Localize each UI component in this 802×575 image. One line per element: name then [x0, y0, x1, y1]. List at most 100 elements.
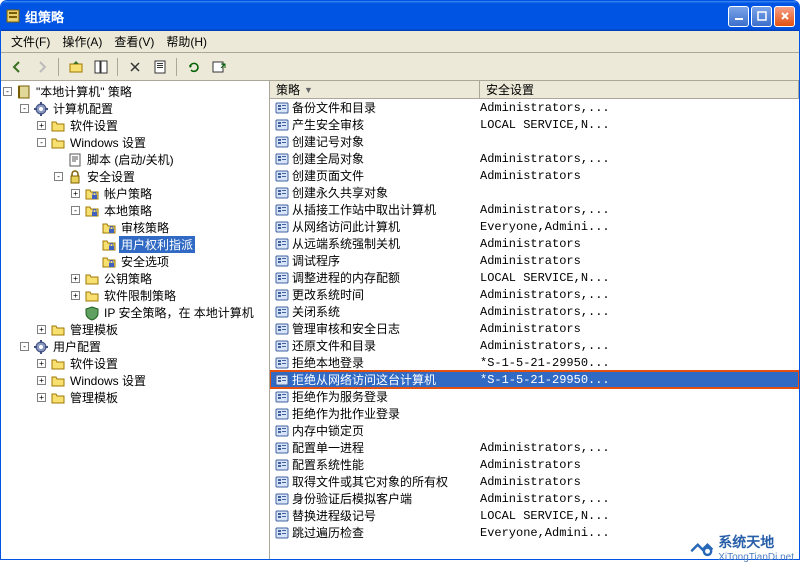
policy-row[interactable]: 关闭系统Administrators,... [270, 303, 799, 320]
policy-row[interactable]: 配置单一进程Administrators,... [270, 439, 799, 456]
policy-name: 从插接工作站中取出计算机 [292, 201, 480, 218]
expand-icon[interactable]: + [37, 376, 46, 385]
column-header-security[interactable]: 安全设置 [480, 81, 799, 98]
watermark: 系统天地 XiTongTianDi.net [688, 532, 794, 563]
maximize-button[interactable] [751, 6, 772, 27]
tree-node[interactable]: -Windows 设置 [3, 134, 267, 151]
expand-icon[interactable]: + [37, 325, 46, 334]
tree-node[interactable]: +软件限制策略 [3, 287, 267, 304]
menu-help[interactable]: 帮助(H) [160, 31, 213, 52]
tree-node[interactable]: IP 安全策略，在 本地计算机 [3, 304, 267, 321]
policy-row[interactable]: 备份文件和目录Administrators,... [270, 99, 799, 116]
tree-label: Windows 设置 [68, 372, 148, 389]
policy-row[interactable]: 还原文件和目录Administrators,... [270, 337, 799, 354]
tree-node[interactable]: 安全选项 [3, 253, 267, 270]
tree-node[interactable]: +管理模板 [3, 321, 267, 338]
policy-row[interactable]: 配置系统性能Administrators [270, 456, 799, 473]
policy-row[interactable]: 创建记号对象 [270, 133, 799, 150]
policy-row[interactable]: 创建永久共享对象 [270, 184, 799, 201]
folder-lock-icon [84, 203, 100, 219]
expand-icon[interactable]: + [71, 291, 80, 300]
folder-icon [50, 373, 66, 389]
policy-icon [274, 508, 290, 524]
menu-file[interactable]: 文件(F) [5, 31, 56, 52]
show-hide-tree-button[interactable] [89, 56, 112, 78]
policy-row[interactable]: 身份验证后模拟客户端Administrators,... [270, 490, 799, 507]
policy-name: 创建页面文件 [292, 167, 480, 184]
delete-button[interactable] [123, 56, 146, 78]
list-body[interactable]: 备份文件和目录Administrators,...产生安全审核LOCAL SER… [270, 99, 799, 559]
up-button[interactable] [64, 56, 87, 78]
tree-label: 计算机配置 [51, 100, 115, 117]
collapse-icon[interactable]: - [71, 206, 80, 215]
policy-row[interactable]: 从插接工作站中取出计算机Administrators,... [270, 201, 799, 218]
tree-node[interactable]: 审核策略 [3, 219, 267, 236]
collapse-icon[interactable]: - [37, 138, 46, 147]
policy-row[interactable]: 从远端系统强制关机Administrators [270, 235, 799, 252]
policy-value: LOCAL SERVICE,N... [480, 118, 799, 132]
toolbar [1, 53, 799, 81]
expand-icon[interactable]: + [37, 359, 46, 368]
column-header-policy[interactable]: 策略 ▼ [270, 81, 480, 98]
tree-node[interactable]: -本地策略 [3, 202, 267, 219]
folder-icon [50, 356, 66, 372]
collapse-icon[interactable]: - [54, 172, 63, 181]
tree-node[interactable]: - 用户配置 [3, 338, 267, 355]
policy-row[interactable]: 拒绝作为服务登录 [270, 388, 799, 405]
policy-row[interactable]: 创建页面文件Administrators [270, 167, 799, 184]
tree-pane[interactable]: -"本地计算机" 策略-计算机配置+软件设置-Windows 设置脚本 (启动/… [1, 81, 270, 559]
tree-node[interactable]: +软件设置 [3, 355, 267, 372]
collapse-icon[interactable]: - [3, 87, 12, 96]
policy-row[interactable]: 创建全局对象Administrators,... [270, 150, 799, 167]
policy-value: Administrators [480, 322, 799, 336]
policy-row[interactable]: 拒绝本地登录*S-1-5-21-29950... [270, 354, 799, 371]
tree-node[interactable]: - 计算机配置 [3, 100, 267, 117]
policy-row[interactable]: 拒绝作为批作业登录 [270, 405, 799, 422]
tree-node[interactable]: +软件设置 [3, 117, 267, 134]
refresh-button[interactable] [182, 56, 205, 78]
tree-node[interactable]: + Windows 设置 [3, 372, 267, 389]
policy-row[interactable]: 取得文件或其它对象的所有权Administrators [270, 473, 799, 490]
tree-node[interactable]: +帐户策略 [3, 185, 267, 202]
policy-row[interactable]: 替换进程级记号LOCAL SERVICE,N... [270, 507, 799, 524]
expand-icon[interactable]: + [71, 274, 80, 283]
policy-row[interactable]: 调试程序Administrators [270, 252, 799, 269]
tree-label: 用户配置 [51, 338, 103, 355]
tree-node[interactable]: -"本地计算机" 策略 [3, 83, 267, 100]
policy-name: 从远端系统强制关机 [292, 235, 480, 252]
policy-row[interactable]: 拒绝从网络访问这台计算机*S-1-5-21-29950... [270, 371, 799, 388]
folder-icon [50, 322, 66, 338]
expand-icon[interactable]: + [37, 121, 46, 130]
collapse-icon[interactable]: - [20, 342, 29, 351]
tree-node[interactable]: +管理模板 [3, 389, 267, 406]
forward-button[interactable] [30, 56, 53, 78]
titlebar[interactable]: 组策略 [1, 1, 799, 31]
toolbar-separator [117, 58, 118, 76]
back-button[interactable] [5, 56, 28, 78]
folder-lock-icon [101, 220, 117, 236]
export-button[interactable] [207, 56, 230, 78]
policy-row[interactable]: 调整进程的内存配额LOCAL SERVICE,N... [270, 269, 799, 286]
close-button[interactable] [774, 6, 795, 27]
minimize-button[interactable] [728, 6, 749, 27]
properties-button[interactable] [148, 56, 171, 78]
tree-node[interactable]: + 公钥策略 [3, 270, 267, 287]
policy-name: 管理审核和安全日志 [292, 320, 480, 337]
expand-icon[interactable]: + [71, 189, 80, 198]
policy-row[interactable]: 产生安全审核LOCAL SERVICE,N... [270, 116, 799, 133]
policy-row[interactable]: 更改系统时间Administrators,... [270, 286, 799, 303]
policy-name: 还原文件和目录 [292, 337, 480, 354]
tree-label: 脚本 (启动/关机) [85, 151, 176, 168]
policy-row[interactable]: 管理审核和安全日志Administrators [270, 320, 799, 337]
tree-node[interactable]: -安全设置 [3, 168, 267, 185]
tree-node[interactable]: 脚本 (启动/关机) [3, 151, 267, 168]
expand-icon[interactable]: + [37, 393, 46, 402]
tree-node[interactable]: 用户权利指派 [3, 236, 267, 253]
policy-row[interactable]: 从网络访问此计算机Everyone,Admini... [270, 218, 799, 235]
policy-row[interactable]: 内存中锁定页 [270, 422, 799, 439]
menu-operate[interactable]: 操作(A) [56, 31, 108, 52]
menu-view[interactable]: 查看(V) [108, 31, 160, 52]
tree-label: 公钥策略 [102, 270, 154, 287]
collapse-icon[interactable]: - [20, 104, 29, 113]
policy-name: 创建全局对象 [292, 150, 480, 167]
